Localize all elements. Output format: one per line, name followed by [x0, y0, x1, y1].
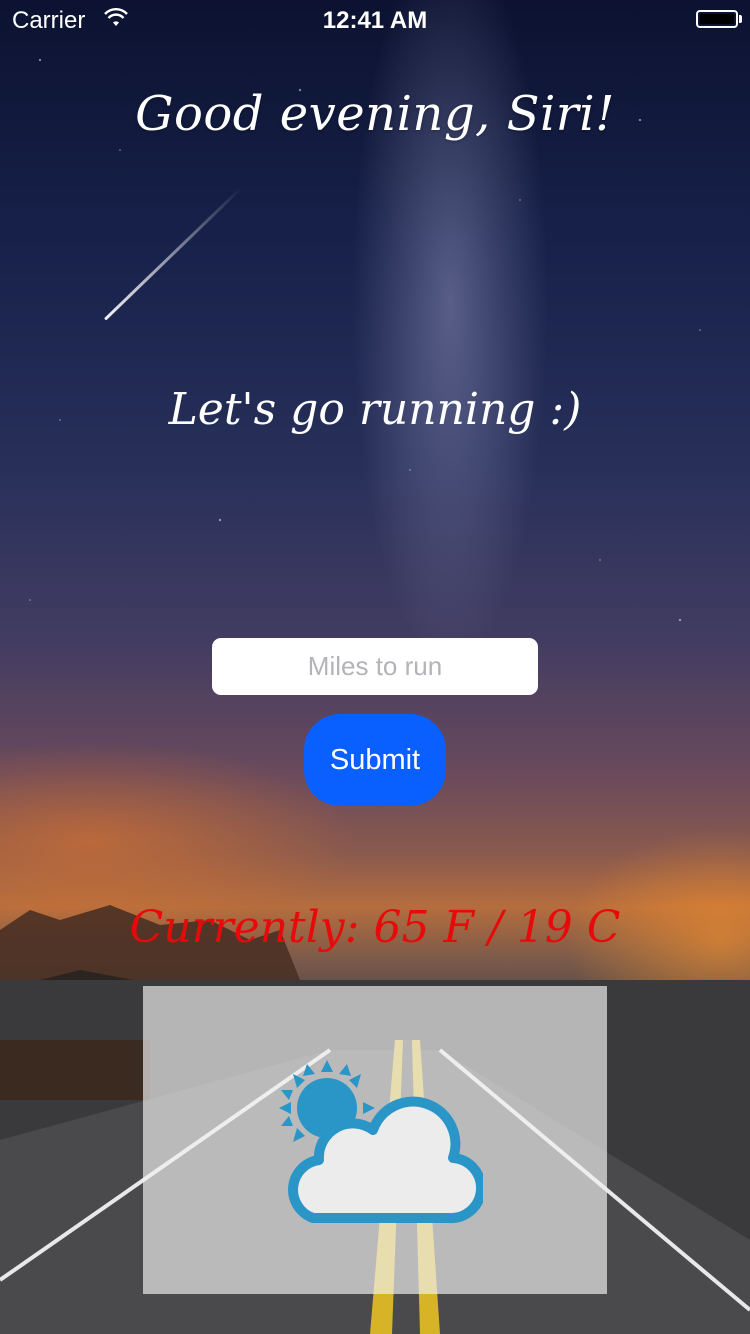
- battery-icon: [696, 10, 738, 28]
- submit-button[interactable]: Submit: [304, 714, 446, 806]
- greeting-title: Good evening, Siri!: [135, 86, 615, 142]
- app-screen: Carrier 12:41 AM Good evening, Siri! Let…: [0, 0, 750, 1334]
- battery-nub: [739, 15, 742, 23]
- miles-input[interactable]: [212, 638, 538, 695]
- status-bar: Carrier 12:41 AM: [0, 0, 750, 40]
- tagline-text: Let's go running :): [168, 384, 582, 435]
- clock-time: 12:41 AM: [322, 7, 428, 34]
- weather-card: [143, 986, 607, 1294]
- current-temperature: Currently: 65 F / 19 C: [129, 902, 621, 953]
- partly-cloudy-icon: [279, 1060, 483, 1224]
